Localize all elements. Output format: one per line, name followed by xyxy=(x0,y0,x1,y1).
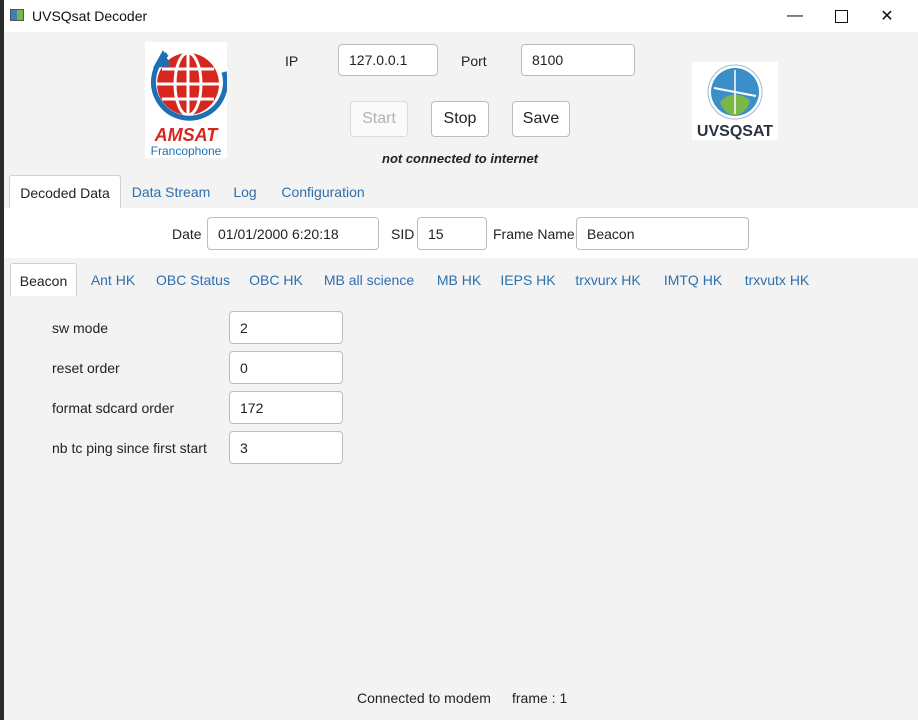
close-button[interactable]: ✕ xyxy=(864,0,910,32)
port-label: Port xyxy=(461,53,487,69)
ip-label: IP xyxy=(285,53,299,69)
amsat-logo-text: AMSAT xyxy=(154,125,220,145)
frame-counter: frame : 1 xyxy=(512,690,568,706)
format-sdcard-order-field[interactable] xyxy=(229,391,343,424)
subtab-ieps-hk[interactable]: IEPS HK xyxy=(498,263,558,297)
subtab-obc-hk[interactable]: OBC HK xyxy=(245,263,307,297)
subtab-imtq-hk[interactable]: IMTQ HK xyxy=(658,263,728,297)
subtab-mb-all-science[interactable]: MB all science xyxy=(319,263,419,297)
field-label: nb tc ping since first start xyxy=(52,440,207,456)
subtab-trxvurx-hk[interactable]: trxvurx HK xyxy=(570,263,646,297)
uvsqsat-logo-text: UVSQSAT xyxy=(697,123,773,140)
tab-data-stream[interactable]: Data Stream xyxy=(124,175,218,209)
date-label: Date xyxy=(172,226,202,242)
maximize-button[interactable] xyxy=(818,0,864,32)
save-button[interactable]: Save xyxy=(512,101,570,137)
port-input[interactable] xyxy=(521,44,635,76)
amsat-logo-subtext: Francophone xyxy=(151,144,222,158)
amsat-francophone-logo: AMSAT Francophone xyxy=(145,42,228,158)
beacon-panel xyxy=(4,296,918,720)
modem-status: Connected to modem xyxy=(357,690,491,706)
reset-order-field[interactable] xyxy=(229,351,343,384)
field-label: reset order xyxy=(52,360,120,376)
subtab-ant-hk[interactable]: Ant HK xyxy=(84,263,142,297)
subtab-beacon[interactable]: Beacon xyxy=(10,263,77,297)
sw-mode-field[interactable] xyxy=(229,311,343,344)
subtab-mb-hk[interactable]: MB HK xyxy=(430,263,488,297)
stop-button[interactable]: Stop xyxy=(431,101,489,137)
maximize-icon xyxy=(834,9,848,23)
subtab-obc-status[interactable]: OBC Status xyxy=(152,263,234,297)
uvsqsat-logo: UVSQSAT xyxy=(692,62,778,140)
date-field[interactable] xyxy=(207,217,379,250)
app-icon xyxy=(10,9,24,21)
nb-tc-ping-field[interactable] xyxy=(229,431,343,464)
tab-decoded-data[interactable]: Decoded Data xyxy=(9,175,121,209)
minimize-icon: — xyxy=(787,7,803,24)
tab-configuration[interactable]: Configuration xyxy=(272,175,374,209)
title-bar: UVSQsat Decoder — ✕ xyxy=(4,0,918,32)
field-label: sw mode xyxy=(52,320,109,336)
internet-status: not connected to internet xyxy=(382,151,538,166)
close-icon: ✕ xyxy=(880,8,894,25)
sid-field[interactable] xyxy=(417,217,487,250)
window-title: UVSQsat Decoder xyxy=(32,8,148,24)
sid-label: SID xyxy=(391,226,415,242)
field-label: format sdcard order xyxy=(52,400,175,416)
frame-name-field[interactable] xyxy=(576,217,749,250)
subtab-trxvutx-hk[interactable]: trxvutx HK xyxy=(739,263,815,297)
minimize-button[interactable]: — xyxy=(772,0,818,32)
ip-input[interactable] xyxy=(338,44,438,76)
frame-name-label: Frame Name xyxy=(493,226,575,242)
tab-log[interactable]: Log xyxy=(222,175,268,209)
app-window: UVSQsat Decoder — ✕ AMSAT Francophone UV… xyxy=(0,0,918,720)
start-button[interactable]: Start xyxy=(350,101,408,137)
